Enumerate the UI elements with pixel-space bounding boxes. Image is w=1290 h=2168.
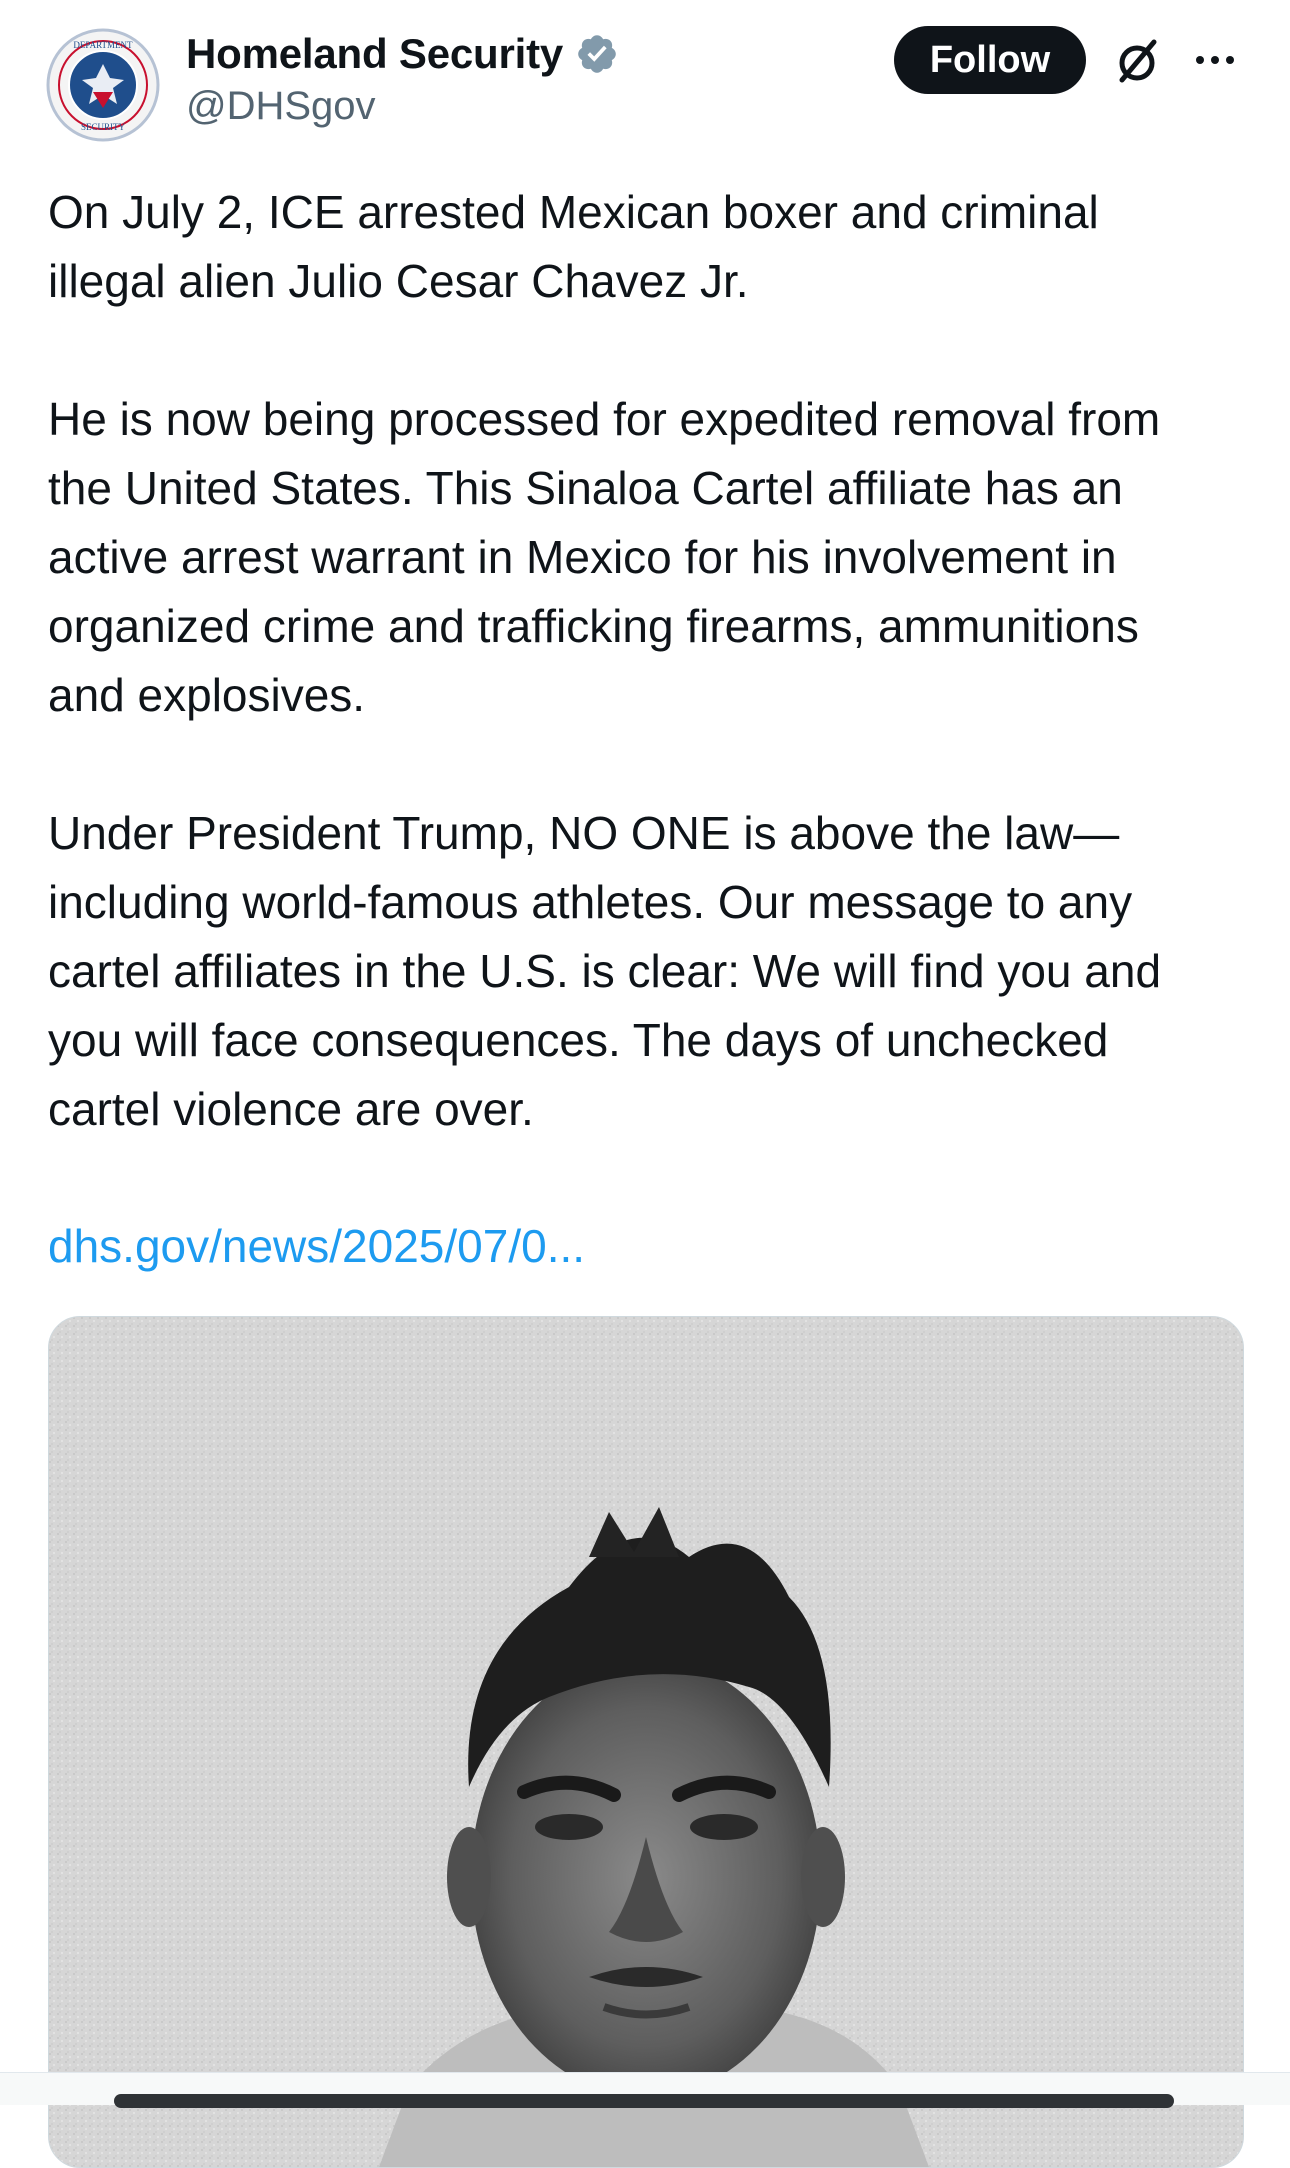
tweet-photo[interactable] [48,1316,1244,2168]
tweet-paragraph: Under President Trump, NO ONE is above t… [48,807,1162,1135]
tweet-paragraph: On July 2, ICE arrested Mexican boxer an… [48,186,1099,307]
tweet-header: DEPARTMENT SECURITY Homeland Security @D… [0,0,1290,150]
more-options-icon[interactable] [1190,42,1240,78]
tweet-text: On July 2, ICE arrested Mexican boxer an… [48,178,1258,1213]
svg-text:SECURITY: SECURITY [81,122,126,132]
svg-text:DEPARTMENT: DEPARTMENT [73,40,133,50]
mugshot-photo [49,1317,1243,2167]
handle[interactable]: @DHSgov [186,84,376,129]
home-indicator[interactable] [114,2094,1174,2108]
name-row: Homeland Security [186,26,619,82]
tweet-link[interactable]: dhs.gov/news/2025/07/0... [48,1212,585,1281]
tweet-paragraph: He is now being processed for expedited … [48,393,1161,721]
follow-button[interactable]: Follow [894,26,1086,94]
grok-icon[interactable] [1110,34,1164,88]
verified-badge-icon [575,32,619,76]
dhs-seal-icon: DEPARTMENT SECURITY [44,26,162,144]
avatar[interactable]: DEPARTMENT SECURITY [44,26,162,144]
display-name[interactable]: Homeland Security [186,30,563,78]
